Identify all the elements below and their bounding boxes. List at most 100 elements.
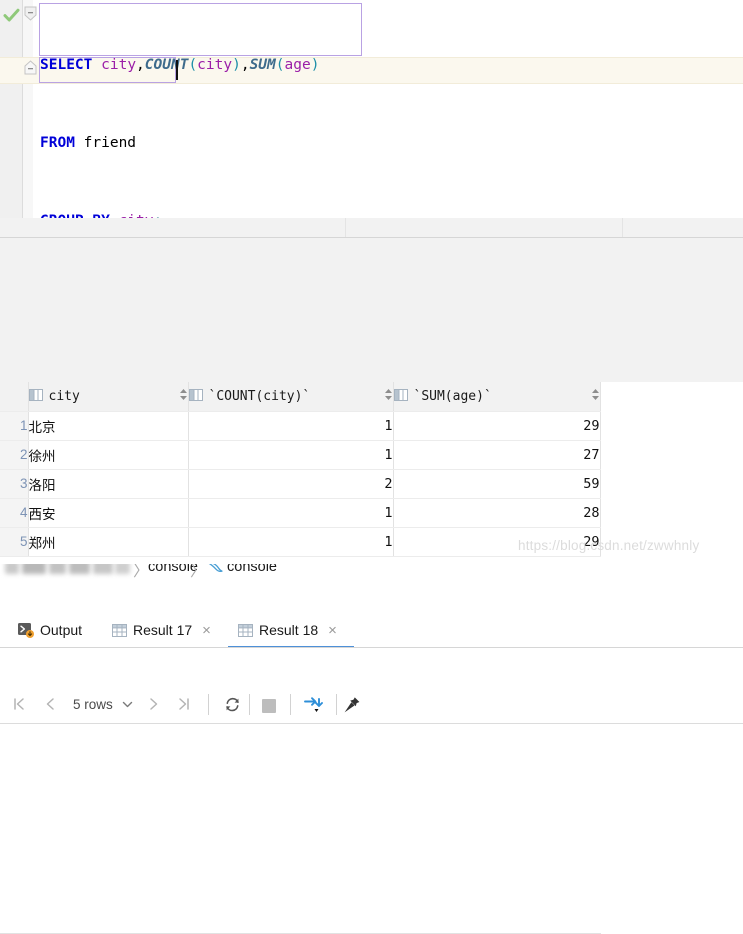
cell-count[interactable]: 1 xyxy=(188,440,394,470)
tab-output-label: Output xyxy=(40,622,83,638)
tab-result-18[interactable]: Result 18 × xyxy=(238,612,337,648)
cell-sum[interactable]: 59 xyxy=(393,469,601,499)
sql-token: SELECT xyxy=(40,57,93,73)
toolbar-bottom-line xyxy=(0,723,743,724)
breadcrumb[interactable]: 〉 console 〉 console xyxy=(0,274,743,580)
text-caret xyxy=(176,60,178,80)
refresh-icon[interactable] xyxy=(224,696,241,716)
ok-check-icon xyxy=(3,7,20,24)
cell-count[interactable]: 1 xyxy=(188,411,394,441)
sql-token: SUM xyxy=(249,57,276,73)
cell-city[interactable]: 西安 xyxy=(28,498,189,528)
cell-sum[interactable]: 28 xyxy=(393,498,601,528)
editor-fold-column[interactable] xyxy=(23,0,33,218)
sql-token: ) xyxy=(232,57,241,73)
code-line-3[interactable]: GROUP BY city; xyxy=(40,208,319,218)
sql-token: ( xyxy=(275,57,285,73)
sql-token: ) xyxy=(310,57,320,73)
output-console-icon xyxy=(18,622,34,638)
toolbar-separator xyxy=(336,694,337,715)
result-grid[interactable]: city `COUNT(city)` `SUM(age)` 1 北京 1 29 … xyxy=(0,382,601,557)
toolbar-separator xyxy=(249,694,250,715)
rows-dropdown-icon[interactable] xyxy=(121,698,134,714)
table-row[interactable]: 2 徐州 1 27 xyxy=(0,440,601,470)
toolbar-separator xyxy=(290,694,291,715)
first-page-icon[interactable] xyxy=(11,696,27,715)
sort-toggle-icon[interactable] xyxy=(591,388,600,404)
next-page-icon[interactable] xyxy=(146,696,162,715)
watermark-text: https://blog.csdn.net/zwwhnly xyxy=(518,538,700,553)
sql-token: , xyxy=(240,57,250,73)
panel-splitter-divider xyxy=(622,218,623,237)
datagrip-console-window: SELECT city,COUNT(city),SUM(age) FROM fr… xyxy=(0,0,743,934)
cell-city[interactable]: 徐州 xyxy=(28,440,189,470)
row-number[interactable]: 4 xyxy=(0,498,29,528)
toolbar-separator xyxy=(208,694,209,715)
fold-collapse-icon[interactable] xyxy=(24,6,37,21)
sql-token: FROM xyxy=(40,135,75,151)
column-header-sum-age[interactable]: `SUM(age)` xyxy=(393,382,601,412)
column-header-count-city[interactable]: `COUNT(city)` xyxy=(188,382,394,412)
row-number-header[interactable] xyxy=(0,382,29,412)
table-row[interactable]: 5 郑州 1 29 xyxy=(0,527,601,557)
last-page-icon[interactable] xyxy=(176,696,192,715)
tabbar-bottom-line xyxy=(0,647,743,648)
sql-token: COUNT xyxy=(144,57,189,73)
cell-sum[interactable]: 29 xyxy=(393,411,601,441)
pin-tab-icon[interactable] xyxy=(343,696,361,717)
result-table[interactable]: city `COUNT(city)` `SUM(age)` 1 北京 1 29 … xyxy=(0,382,743,934)
tab-output[interactable]: Output xyxy=(18,612,82,648)
row-number[interactable]: 5 xyxy=(0,527,29,557)
column-header-city[interactable]: city xyxy=(28,382,189,412)
grid-icon xyxy=(112,623,127,637)
sql-token: ( xyxy=(188,57,198,73)
table-row[interactable]: 1 北京 1 29 xyxy=(0,411,601,441)
table-body[interactable]: 1 北京 1 29 2 徐州 1 27 3 洛阳 2 59 4 西安 1 28 … xyxy=(0,411,601,557)
column-header-count-city-label: `COUNT(city)` xyxy=(208,388,311,404)
result-tabbar: Output Result 17 × Result 18 × xyxy=(0,306,743,648)
prev-page-icon[interactable] xyxy=(42,696,58,715)
sql-token: friend xyxy=(74,135,137,151)
cell-count[interactable]: 2 xyxy=(188,469,394,499)
cell-sum[interactable]: 27 xyxy=(393,440,601,470)
tab-result-17-label: Result 17 xyxy=(133,622,193,638)
panel-splitter-band[interactable] xyxy=(0,218,743,237)
sql-token: age xyxy=(284,57,311,73)
sort-toggle-icon[interactable] xyxy=(179,388,188,404)
stop-icon xyxy=(262,699,276,716)
row-number[interactable]: 3 xyxy=(0,469,29,499)
sql-token: city xyxy=(101,57,137,73)
cell-city[interactable]: 北京 xyxy=(28,411,189,441)
services-tool-window-header[interactable]: vices xyxy=(0,238,743,505)
column-header-city-label: city xyxy=(48,388,80,404)
fold-collapse-icon[interactable] xyxy=(24,60,37,75)
cell-count[interactable]: 1 xyxy=(188,527,394,557)
code-line-2[interactable]: FROM friend xyxy=(40,130,319,156)
sql-token: city xyxy=(197,57,233,73)
tab-close-icon[interactable]: × xyxy=(202,623,211,638)
column-icon xyxy=(28,388,43,404)
tab-result-17[interactable]: Result 17 × xyxy=(112,612,211,648)
cell-city[interactable]: 洛阳 xyxy=(28,469,189,499)
tab-result-18-label: Result 18 xyxy=(259,622,319,638)
cell-city[interactable]: 郑州 xyxy=(28,527,189,557)
sql-editor[interactable]: SELECT city,COUNT(city),SUM(age) FROM fr… xyxy=(0,0,743,218)
table-row[interactable]: 3 洛阳 2 59 xyxy=(0,469,601,499)
table-header-row: city `COUNT(city)` `SUM(age)` xyxy=(0,382,601,412)
sql-code-text[interactable]: SELECT city,COUNT(city),SUM(age) FROM fr… xyxy=(40,0,319,218)
result-toolbar: 5 rows xyxy=(0,342,743,724)
row-number[interactable]: 2 xyxy=(0,440,29,470)
editor-gutter[interactable] xyxy=(0,0,22,218)
code-line-1[interactable]: SELECT city,COUNT(city),SUM(age) xyxy=(40,52,319,78)
transpose-icon[interactable] xyxy=(303,696,323,717)
panel-splitter-divider xyxy=(345,218,346,237)
row-number[interactable]: 1 xyxy=(0,411,29,441)
column-icon xyxy=(393,388,408,404)
tab-close-icon[interactable]: × xyxy=(328,623,337,638)
table-row[interactable]: 4 西安 1 28 xyxy=(0,498,601,528)
rows-count-label[interactable]: 5 rows xyxy=(73,697,113,712)
sort-toggle-icon[interactable] xyxy=(384,388,393,404)
cell-count[interactable]: 1 xyxy=(188,498,394,528)
column-icon xyxy=(188,388,203,404)
